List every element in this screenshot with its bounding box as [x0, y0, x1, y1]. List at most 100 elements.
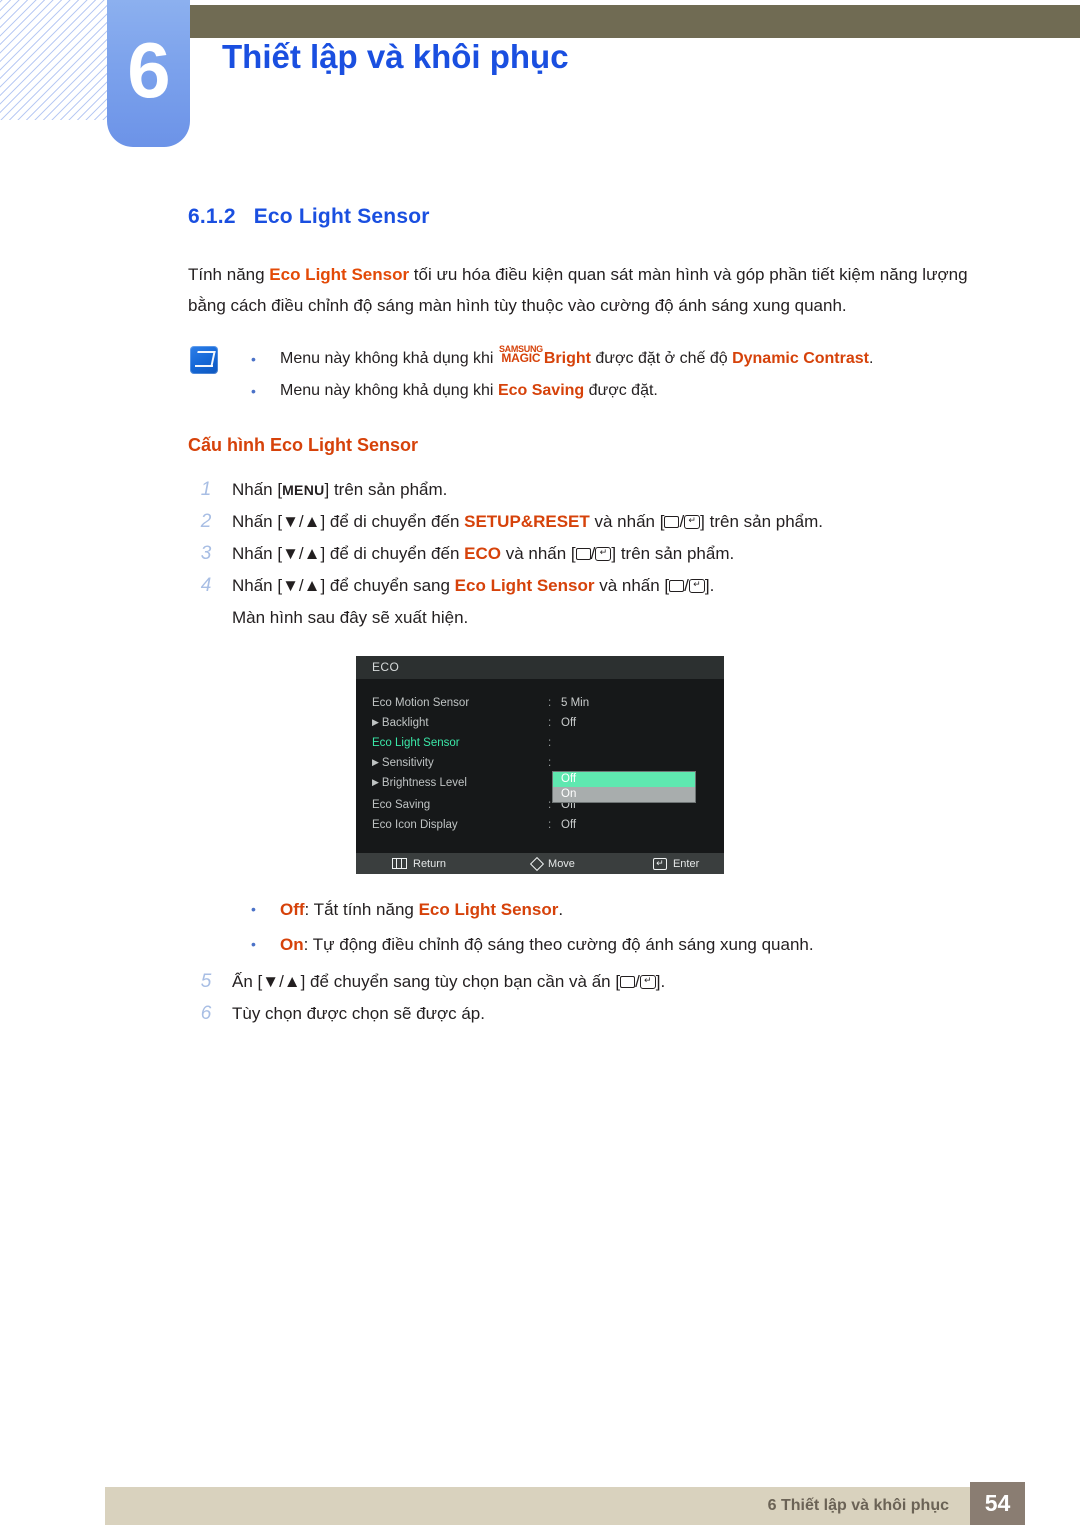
setup-reset-term: SETUP&RESET	[464, 512, 590, 531]
section-number: 6.1.2	[188, 205, 236, 228]
osd-label-text: Brightness Level	[381, 777, 467, 789]
osd-value: Off	[561, 717, 577, 729]
osd-value: 5 Min	[561, 697, 590, 709]
option-off: Off: Tắt tính năng Eco Light Sensor.	[188, 892, 988, 927]
eco-light-sensor-term: Eco Light Sensor	[454, 576, 595, 595]
option-on-term: On	[280, 935, 304, 954]
osd-enter-label: Enter	[672, 857, 700, 870]
step-2-post: ] trên sản phẩm.	[700, 512, 824, 531]
note-1-end: .	[868, 350, 874, 367]
step-6: 6 Tùy chọn được chọn sẽ được áp.	[196, 998, 1022, 1030]
option-description-list: Off: Tắt tính năng Eco Light Sensor. On:…	[188, 892, 988, 962]
osd-label-selected: Eco Light Sensor	[372, 737, 460, 749]
osd-row-eco-motion-sensor[interactable]: Eco Motion Sensor : 5 Min	[356, 693, 724, 713]
osd-label: ▶ Backlight	[372, 713, 429, 733]
step-2-mid: và nhấn [	[589, 512, 665, 531]
step-1-number: 1	[200, 479, 212, 500]
step-3-mid: và nhấn [	[500, 544, 576, 563]
eco-saving-term: Eco Saving	[497, 382, 585, 399]
option-off-feature: Eco Light Sensor	[418, 900, 559, 919]
osd-colon: :	[548, 737, 552, 749]
step-5-pre: Ấn [▼/▲] để chuyển sang tùy chọn bạn cần…	[232, 972, 621, 991]
menu-key-label: MENU	[282, 482, 325, 498]
note-bullet-1: Menu này không khả dụng khi SAMSUNGMAGIC…	[188, 343, 988, 375]
menu-bars-icon	[392, 858, 407, 869]
step-2: 2 Nhấn [▼/▲] để di chuyển đến SETUP&RESET…	[196, 506, 1022, 538]
decorative-hatch-pattern	[0, 0, 112, 120]
note-bullet-list: Menu này không khả dụng khi SAMSUNGMAGIC…	[188, 343, 988, 407]
note-2-post: được đặt.	[584, 382, 658, 399]
step-5: 5 Ấn [▼/▲] để chuyển sang tùy chọn bạn cầ…	[196, 966, 1022, 998]
osd-dropdown-eco-light-sensor[interactable]: Off On	[552, 771, 696, 803]
step-2-pre: Nhấn [▼/▲] để di chuyển đến	[232, 512, 465, 531]
osd-return-label: Return	[413, 857, 447, 870]
osd-dropdown-option-on[interactable]: On	[553, 787, 695, 802]
osd-label: ▶ Sensitivity	[372, 753, 434, 773]
option-on-text: : Tự động điều chỉnh độ sáng theo cường …	[303, 935, 814, 954]
page-header: 6 Thiết lập và khôi phục	[0, 0, 1080, 160]
note-2-pre: Menu này không khả dụng khi	[280, 382, 498, 399]
step-4-mid: và nhấn [	[594, 576, 670, 595]
osd-label: Eco Motion Sensor	[372, 697, 470, 709]
osd-colon: :	[548, 799, 552, 811]
osd-title: ECO	[356, 656, 724, 679]
magic-bottom: MAGIC	[501, 351, 541, 365]
step-3-number: 3	[200, 543, 212, 564]
page-footer: 6 Thiết lập và khôi phục 54	[0, 1470, 1080, 1527]
diamond-move-icon	[529, 856, 545, 871]
step-4-pre: Nhấn [▼/▲] để chuyển sang	[232, 576, 455, 595]
step-4: 4 Nhấn [▼/▲] để chuyển sang Eco Light Sen…	[196, 570, 1022, 602]
osd-colon: :	[548, 697, 552, 709]
chapter-number-badge: 6	[107, 0, 190, 147]
osd-value: Off	[561, 819, 577, 831]
osd-screenshot-wrapper: ECO Eco Motion Sensor : 5 Min ▶ Backlight…	[0, 656, 1080, 874]
osd-label: Eco Icon Display	[372, 819, 458, 831]
osd-row-eco-light-sensor[interactable]: Eco Light Sensor :	[356, 733, 724, 753]
option-off-term: Off	[280, 900, 305, 919]
section-heading: 6.1.2 Eco Light Sensor	[188, 205, 1080, 229]
osd-colon: :	[548, 757, 552, 769]
osd-label-text: Sensitivity	[381, 757, 434, 769]
configuration-steps: 1 Nhấn [MENU ] trên sản phẩm. 2 Nhấn [▼/▲] …	[0, 474, 1080, 602]
section-title: Eco Light Sensor	[253, 205, 430, 228]
osd-label-text: Backlight	[381, 717, 429, 729]
intro-paragraph: Tính năng Eco Light Sensor tối ưu hóa đi…	[188, 259, 978, 321]
osd-move-label: Move	[548, 857, 575, 870]
osd-row-sensitivity[interactable]: ▶ Sensitivity :	[356, 753, 724, 773]
enter-key-icon: ↵	[595, 546, 612, 561]
eco-term: ECO	[464, 544, 501, 563]
osd-body: Eco Motion Sensor : 5 Min ▶ Backlight : O…	[356, 693, 724, 865]
osd-label: ▶ Brightness Level	[372, 773, 467, 793]
note-bullet-2: Menu này không khả dụng khi Eco Saving đ…	[188, 375, 988, 407]
step-4-number: 4	[200, 575, 212, 596]
osd-row-backlight[interactable]: ▶ Backlight : Off	[356, 713, 724, 733]
enter-key-icon: ↵	[684, 514, 701, 529]
submenu-arrow-icon: ▶	[372, 717, 379, 727]
enter-key-icon: ↵	[639, 974, 656, 989]
source-key-icon	[575, 547, 591, 560]
step-4-post: ].	[704, 576, 715, 595]
source-key-icon	[664, 515, 680, 528]
osd-row-eco-icon-display[interactable]: Eco Icon Display : Off	[356, 815, 724, 835]
osd-dropdown-option-off[interactable]: Off	[553, 772, 695, 787]
osd-footer-return[interactable]: Return	[392, 858, 446, 870]
config-heading: Cấu hình Eco Light Sensor	[188, 435, 419, 455]
step-1-pre: Nhấn [	[232, 480, 283, 499]
osd-footer-move[interactable]: Move	[529, 856, 575, 871]
source-key-icon	[620, 975, 636, 988]
osd-footer-enter[interactable]: ↵ Enter	[652, 857, 700, 870]
osd-colon: :	[548, 717, 552, 729]
option-off-post: .	[558, 900, 564, 919]
enter-key-icon: ↵	[688, 578, 705, 593]
page-number: 54	[970, 1482, 1025, 1525]
configuration-steps-after: 5 Ấn [▼/▲] để chuyển sang tùy chọn bạn cầ…	[0, 966, 1080, 1030]
intro-term: Eco Light Sensor	[269, 265, 410, 284]
enter-key-icon: ↵	[652, 857, 667, 870]
step-1: 1 Nhấn [MENU] trên sản phẩm.	[196, 474, 1022, 506]
step-3-pre: Nhấn [▼/▲] để di chuyển đến	[232, 544, 465, 563]
dynamic-contrast-term: Dynamic Contrast	[732, 350, 869, 367]
step-6-number: 6	[200, 1003, 212, 1024]
step-5-post: ].	[655, 972, 666, 991]
page-content: 6.1.2 Eco Light Sensor Tính năng Eco Ligh…	[0, 205, 1080, 1030]
samsung-magic-logo: SAMSUNG MAGIC	[499, 345, 543, 365]
